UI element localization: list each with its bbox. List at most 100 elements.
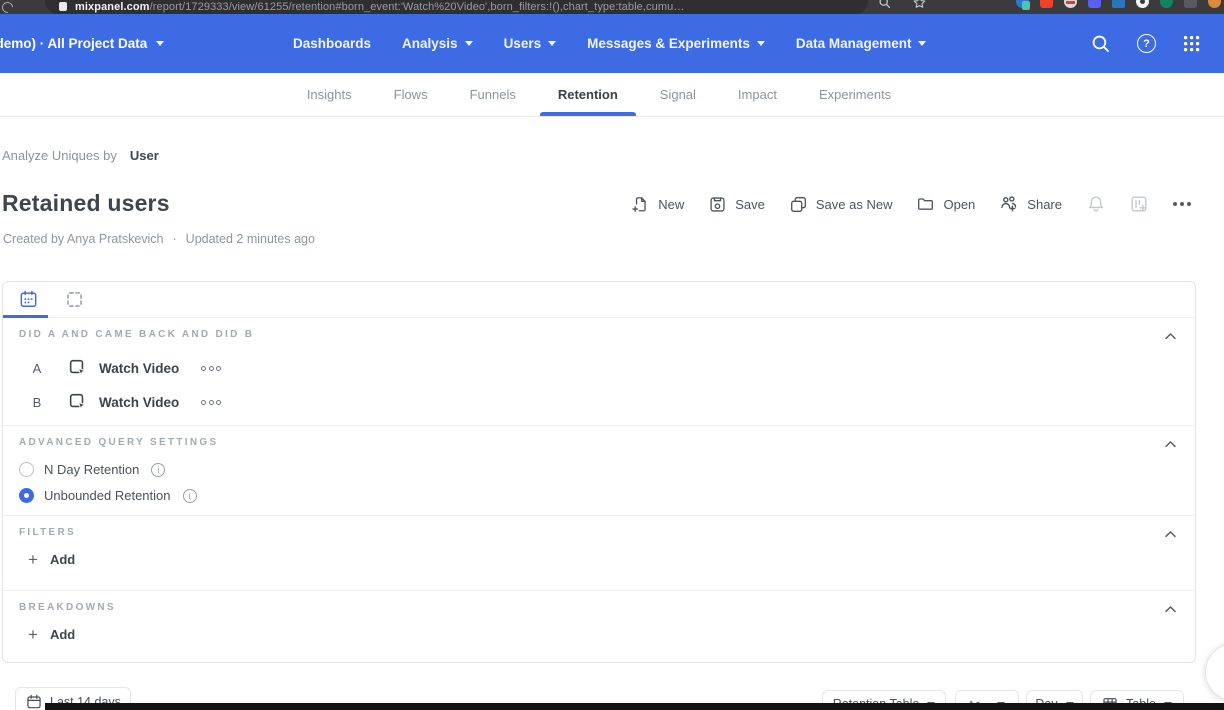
nav-item-label: Dashboards bbox=[293, 36, 371, 51]
plus-icon: + bbox=[28, 551, 38, 568]
filters-section: FILTERS + Add bbox=[3, 516, 1195, 591]
breakdowns-header: BREAKDOWNS bbox=[19, 602, 1179, 613]
add-filter-button[interactable]: + Add bbox=[19, 551, 1179, 568]
extension-icon[interactable] bbox=[1184, 0, 1197, 8]
chevron-up-icon[interactable] bbox=[1162, 328, 1179, 345]
save-as-new-button[interactable]: Save as New bbox=[790, 196, 893, 213]
event-row-b: B Watch Video bbox=[19, 385, 1179, 419]
open-button[interactable]: Open bbox=[917, 196, 975, 213]
report-tabs: Insights Flows Funnels Retention Signal … bbox=[0, 73, 1224, 117]
tab-impact[interactable]: Impact bbox=[734, 73, 781, 116]
events-tab-calendar-icon[interactable] bbox=[19, 290, 38, 309]
breakdowns-section: BREAKDOWNS + Add bbox=[3, 591, 1195, 663]
selection-tab-marquee-icon[interactable] bbox=[65, 290, 84, 309]
report-meta: Created by Anya Pratskevich · Updated 2 … bbox=[3, 232, 315, 246]
created-by: Created by Anya Pratskevich bbox=[3, 232, 164, 246]
extension-icon[interactable] bbox=[1112, 0, 1125, 8]
updated-at: Updated 2 minutes ago bbox=[186, 232, 315, 246]
page-title: Retained users bbox=[2, 190, 170, 217]
plus-icon: + bbox=[28, 626, 38, 643]
url-path: /report/1729333/view/61255/retention#bor… bbox=[150, 1, 685, 13]
analyze-entity-selector[interactable]: User bbox=[130, 148, 159, 163]
tab-flows[interactable]: Flows bbox=[390, 73, 432, 116]
share-users-icon bbox=[1000, 195, 1018, 213]
save-icon bbox=[709, 196, 726, 213]
help-icon[interactable]: ? bbox=[1137, 34, 1156, 53]
share-button[interactable]: Share bbox=[1000, 195, 1062, 213]
site-info-icon[interactable] bbox=[59, 2, 67, 11]
more-options-button[interactable] bbox=[1173, 202, 1191, 206]
extension-icon[interactable] bbox=[1160, 0, 1173, 8]
nav-item-analysis[interactable]: Analysis bbox=[402, 36, 473, 51]
radio-unselected[interactable] bbox=[19, 462, 34, 477]
tab-retention[interactable]: Retention bbox=[554, 73, 622, 116]
event-selector[interactable]: Watch Video bbox=[99, 395, 179, 410]
chevron-up-icon[interactable] bbox=[1162, 526, 1179, 543]
add-breakdown-label: Add bbox=[50, 627, 75, 642]
analyze-label: Analyze Uniques by bbox=[2, 148, 117, 163]
nav-item-dashboards[interactable]: Dashboards bbox=[293, 36, 371, 51]
search-icon[interactable] bbox=[1090, 33, 1111, 54]
event-selector[interactable]: Watch Video bbox=[99, 361, 179, 376]
query-builder-card: DID A AND CAME BACK AND DID B A Watch Vi… bbox=[2, 281, 1196, 663]
tab-signal[interactable]: Signal bbox=[656, 73, 700, 116]
extension-icon[interactable] bbox=[1088, 0, 1101, 8]
event-cursor-icon bbox=[68, 358, 88, 378]
nav-item-users[interactable]: Users bbox=[504, 36, 557, 51]
extension-icon[interactable] bbox=[1208, 0, 1221, 8]
unbounded-retention-option[interactable]: Unbounded Retention i bbox=[19, 483, 1179, 508]
event-row-a: A Watch Video bbox=[19, 351, 1179, 385]
calendar-icon bbox=[26, 694, 42, 710]
event-options-button[interactable] bbox=[201, 400, 221, 405]
copy-icon bbox=[790, 196, 807, 213]
bookmark-star-icon[interactable] bbox=[913, 0, 926, 14]
add-breakdown-button[interactable]: + Add bbox=[19, 626, 1179, 643]
extension-icon[interactable] bbox=[1136, 0, 1149, 8]
add-to-board-icon[interactable] bbox=[1130, 195, 1148, 213]
tab-insights[interactable]: Insights bbox=[303, 73, 356, 116]
radio-label: N Day Retention bbox=[44, 462, 139, 477]
add-filter-label: Add bbox=[50, 552, 75, 567]
tab-experiments[interactable]: Experiments bbox=[815, 73, 895, 116]
folder-icon bbox=[917, 196, 934, 213]
event-options-button[interactable] bbox=[201, 366, 221, 371]
chevron-up-icon[interactable] bbox=[1162, 601, 1179, 618]
query-card-tabs bbox=[3, 282, 1195, 318]
extension-icon[interactable] bbox=[1064, 0, 1077, 8]
extension-icon[interactable] bbox=[1016, 0, 1029, 8]
chevron-up-icon[interactable] bbox=[1162, 436, 1179, 453]
url-bar[interactable]: mixpanel.com/report/1729333/view/61255/r… bbox=[45, 0, 868, 14]
filters-header: FILTERS bbox=[19, 527, 1179, 538]
top-navbar: (demo) · All Project Data Dashboards Ana… bbox=[0, 14, 1224, 73]
new-button-label: New bbox=[658, 197, 684, 212]
radio-selected[interactable] bbox=[19, 488, 34, 503]
project-name: (demo) · All Project Data bbox=[0, 36, 147, 51]
nav-right: ? bbox=[1090, 14, 1201, 73]
new-button[interactable]: New bbox=[632, 196, 684, 213]
omnibox-search-icon[interactable] bbox=[878, 0, 891, 14]
open-button-label: Open bbox=[943, 197, 975, 212]
event-cursor-icon bbox=[68, 392, 88, 412]
advanced-settings-section: ADVANCED QUERY SETTINGS N Day Retention … bbox=[3, 426, 1195, 516]
alerts-bell-icon[interactable] bbox=[1087, 195, 1105, 213]
n-day-retention-option[interactable]: N Day Retention i bbox=[19, 457, 1179, 482]
nav-item-messages-experiments[interactable]: Messages & Experiments bbox=[587, 36, 765, 51]
info-icon[interactable]: i bbox=[151, 463, 165, 477]
info-icon[interactable]: i bbox=[183, 489, 197, 503]
background-window-strip bbox=[45, 703, 1224, 710]
save-button-label: Save bbox=[735, 197, 765, 212]
did-section-header: DID A AND CAME BACK AND DID B bbox=[19, 329, 1179, 340]
nav-item-label: Users bbox=[504, 36, 542, 51]
nav-item-data-management[interactable]: Data Management bbox=[796, 36, 927, 51]
project-switcher[interactable]: (demo) · All Project Data bbox=[0, 14, 164, 73]
extension-icon[interactable] bbox=[1040, 0, 1053, 8]
save-button[interactable]: Save bbox=[709, 196, 765, 213]
help-fab-button[interactable] bbox=[1205, 643, 1224, 701]
apps-grid-icon[interactable] bbox=[1182, 34, 1201, 53]
chevron-down-icon bbox=[548, 41, 556, 46]
tab-funnels[interactable]: Funnels bbox=[466, 73, 520, 116]
reload-icon[interactable] bbox=[0, 0, 15, 14]
nav-item-label: Data Management bbox=[796, 36, 912, 51]
new-report-icon bbox=[632, 196, 649, 213]
analyze-row: Analyze Uniques by User bbox=[2, 148, 159, 163]
